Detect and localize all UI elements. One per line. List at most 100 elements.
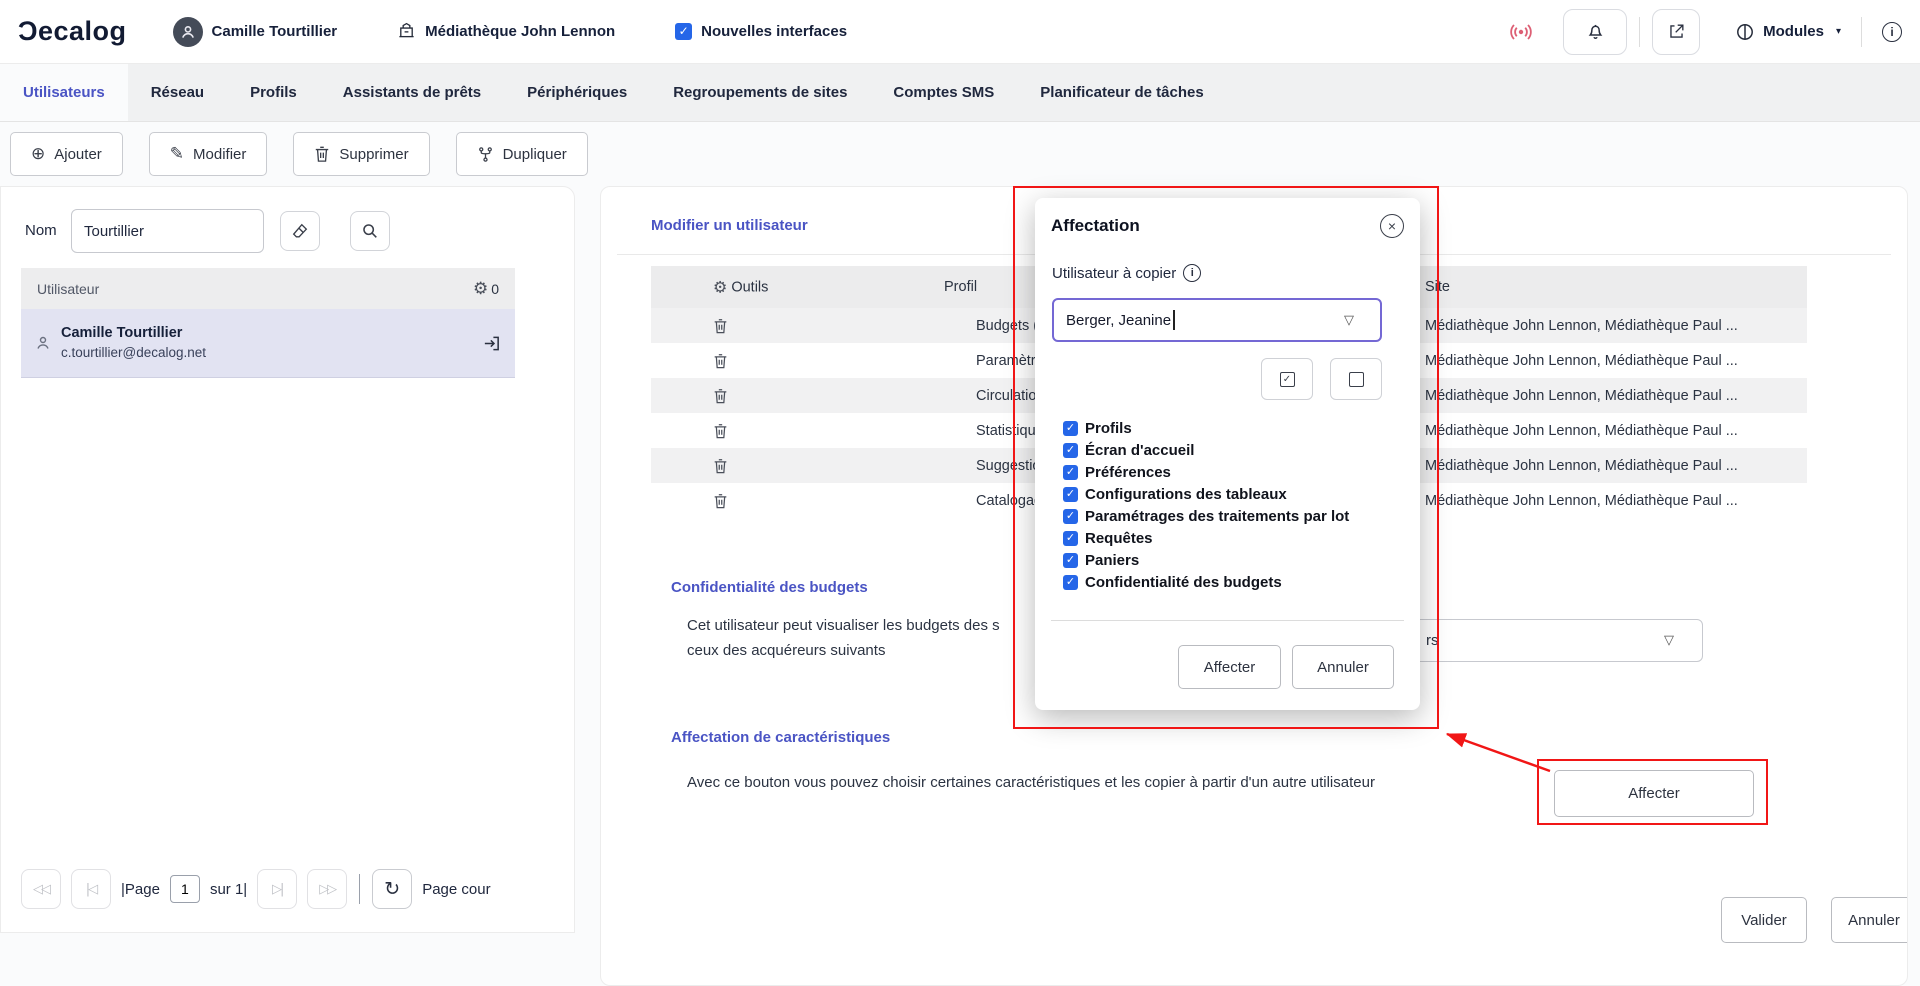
trash-icon — [314, 145, 330, 163]
checked-checkbox-icon[interactable] — [1063, 553, 1078, 568]
checked-checkbox-icon[interactable] — [1063, 531, 1078, 546]
app-logo: Ɔecalog — [18, 16, 127, 47]
option-label: Requêtes — [1085, 530, 1153, 547]
tab-peripheriques[interactable]: Périphériques — [504, 64, 650, 121]
current-user[interactable]: Camille Tourtillier — [173, 17, 338, 47]
option-confidentialite-budgets[interactable]: Confidentialité des budgets — [1063, 574, 1282, 591]
checked-checkbox-icon[interactable] — [1063, 465, 1078, 480]
module-tabbar: Utilisateurs Réseau Profils Assistants d… — [0, 64, 1920, 122]
checked-checkbox-icon[interactable] — [1063, 421, 1078, 436]
assignment-description: Avec ce bouton vous pouvez choisir certa… — [687, 770, 1375, 795]
actions-toolbar: ⊕ Ajouter ✎ Modifier Supprimer Dupliquer — [10, 132, 588, 176]
add-button[interactable]: ⊕ Ajouter — [10, 132, 123, 176]
trash-icon[interactable] — [713, 422, 728, 439]
user-to-copy-value: Berger, Jeanine — [1066, 312, 1171, 329]
trash-icon[interactable] — [713, 317, 728, 334]
info-icon[interactable]: i — [1882, 22, 1902, 42]
topbar-divider — [1639, 17, 1640, 47]
dropdown-arrow-icon[interactable]: ▽ — [1344, 313, 1354, 328]
trash-icon[interactable] — [713, 492, 728, 509]
option-paniers[interactable]: Paniers — [1063, 552, 1139, 569]
user-to-copy-combobox[interactable]: Berger, Jeanine ▽ — [1052, 298, 1382, 342]
current-page-label: Page cour — [422, 881, 490, 898]
validate-button[interactable]: Valider — [1721, 897, 1807, 943]
tab-comptes-sms[interactable]: Comptes SMS — [870, 64, 1017, 121]
dropdown-arrow-icon[interactable]: ▽ — [1664, 633, 1674, 648]
gear-count: 0 — [491, 281, 499, 297]
current-library[interactable]: Médiathèque John Lennon — [397, 20, 615, 43]
checked-checkbox-icon[interactable] — [1063, 443, 1078, 458]
modal-assign-button[interactable]: Affecter — [1178, 645, 1281, 689]
user-to-copy-text: Utilisateur à copier — [1052, 265, 1176, 282]
check-all-button[interactable]: ✓ — [1261, 358, 1313, 400]
external-link-icon — [1667, 22, 1686, 41]
edit-button[interactable]: ✎ Modifier — [149, 132, 268, 176]
option-parametrages-lot[interactable]: Paramétrages des traitements par lot — [1063, 508, 1349, 525]
pagination-bar: ◁◁ |◁ |Page sur 1| ▷| ▷▷ ↻ Page cour — [21, 869, 491, 909]
uncheck-all-button[interactable] — [1330, 358, 1382, 400]
gear-icon[interactable]: ⚙ — [473, 279, 488, 299]
option-ecran-accueil[interactable]: Écran d'accueil — [1063, 442, 1194, 459]
row-site: Médiathèque John Lennon, Médiathèque Pau… — [1425, 318, 1799, 334]
user-item-email: c.tourtillier@decalog.net — [61, 343, 206, 362]
option-label: Confidentialité des budgets — [1085, 574, 1282, 591]
close-icon[interactable]: × — [1380, 214, 1404, 238]
trash-icon[interactable] — [713, 387, 728, 404]
last-page-button[interactable]: ▷▷ — [307, 869, 347, 909]
user-list-item-selected[interactable]: Camille Tourtillier c.tourtillier@decalo… — [21, 309, 515, 378]
trash-icon[interactable] — [713, 457, 728, 474]
checked-checkbox-icon[interactable] — [1063, 487, 1078, 502]
tab-reseau[interactable]: Réseau — [128, 64, 227, 121]
trash-icon[interactable] — [713, 352, 728, 369]
row-site: Médiathèque John Lennon, Médiathèque Pau… — [1425, 353, 1799, 369]
new-interfaces-toggle[interactable]: Nouvelles interfaces — [675, 23, 847, 40]
text-cursor — [1173, 310, 1175, 330]
option-profils[interactable]: Profils — [1063, 420, 1132, 437]
topbar-divider — [1861, 17, 1862, 47]
option-preferences[interactable]: Préférences — [1063, 464, 1171, 481]
pencil-icon: ✎ — [170, 146, 184, 163]
tab-utilisateurs[interactable]: Utilisateurs — [0, 64, 128, 121]
tab-planificateur-taches[interactable]: Planificateur de tâches — [1017, 64, 1226, 121]
checked-checkbox-icon[interactable] — [675, 23, 692, 40]
next-page-button[interactable]: ▷| — [257, 869, 297, 909]
modules-menu[interactable]: Modules ▾ — [1736, 23, 1841, 41]
users-list-header-label: Utilisateur — [37, 281, 99, 297]
tab-assistants-prets[interactable]: Assistants de prêts — [320, 64, 504, 121]
budget-privacy-title: Confidentialité des budgets — [671, 579, 868, 596]
modal-cancel-button[interactable]: Annuler — [1292, 645, 1394, 689]
option-configurations-tableaux[interactable]: Configurations des tableaux — [1063, 486, 1287, 503]
option-label: Paniers — [1085, 552, 1139, 569]
search-button[interactable] — [350, 211, 390, 251]
previous-page-button[interactable]: |◁ — [71, 869, 111, 909]
first-page-button[interactable]: ◁◁ — [21, 869, 61, 909]
refresh-button[interactable]: ↻ — [372, 869, 412, 909]
clear-filter-button[interactable] — [280, 211, 320, 251]
notifications-button[interactable] — [1563, 9, 1627, 55]
page-number-input[interactable] — [170, 875, 200, 903]
modal-title: Affectation — [1051, 216, 1140, 236]
delete-button[interactable]: Supprimer — [293, 132, 429, 176]
info-icon[interactable]: i — [1183, 264, 1201, 282]
name-filter-input[interactable] — [71, 209, 264, 253]
external-window-button[interactable] — [1652, 9, 1700, 55]
option-requetes[interactable]: Requêtes — [1063, 530, 1153, 547]
cancel-button[interactable]: Annuler — [1831, 897, 1908, 943]
user-item-name: Camille Tourtillier — [61, 324, 206, 343]
checked-checkbox-icon[interactable] — [1063, 509, 1078, 524]
broadcast-icon[interactable] — [1509, 20, 1533, 44]
duplicate-button[interactable]: Dupliquer — [456, 132, 588, 176]
panel-title: Modifier un utilisateur — [651, 217, 808, 234]
login-as-icon[interactable] — [482, 334, 501, 353]
tab-regroupements-sites[interactable]: Regroupements de sites — [650, 64, 870, 121]
modules-label: Modules — [1763, 23, 1824, 40]
tab-profils[interactable]: Profils — [227, 64, 320, 121]
assign-button[interactable]: Affecter — [1554, 770, 1754, 817]
option-label: Profils — [1085, 420, 1132, 437]
name-filter-label: Nom — [25, 222, 57, 239]
checked-checkbox-icon[interactable] — [1063, 575, 1078, 590]
buyers-dropdown[interactable]: rs ▽ — [1413, 619, 1703, 662]
chevron-down-icon: ▾ — [1836, 26, 1841, 37]
delete-button-label: Supprimer — [339, 146, 408, 163]
page-of-label: sur 1| — [210, 881, 247, 898]
